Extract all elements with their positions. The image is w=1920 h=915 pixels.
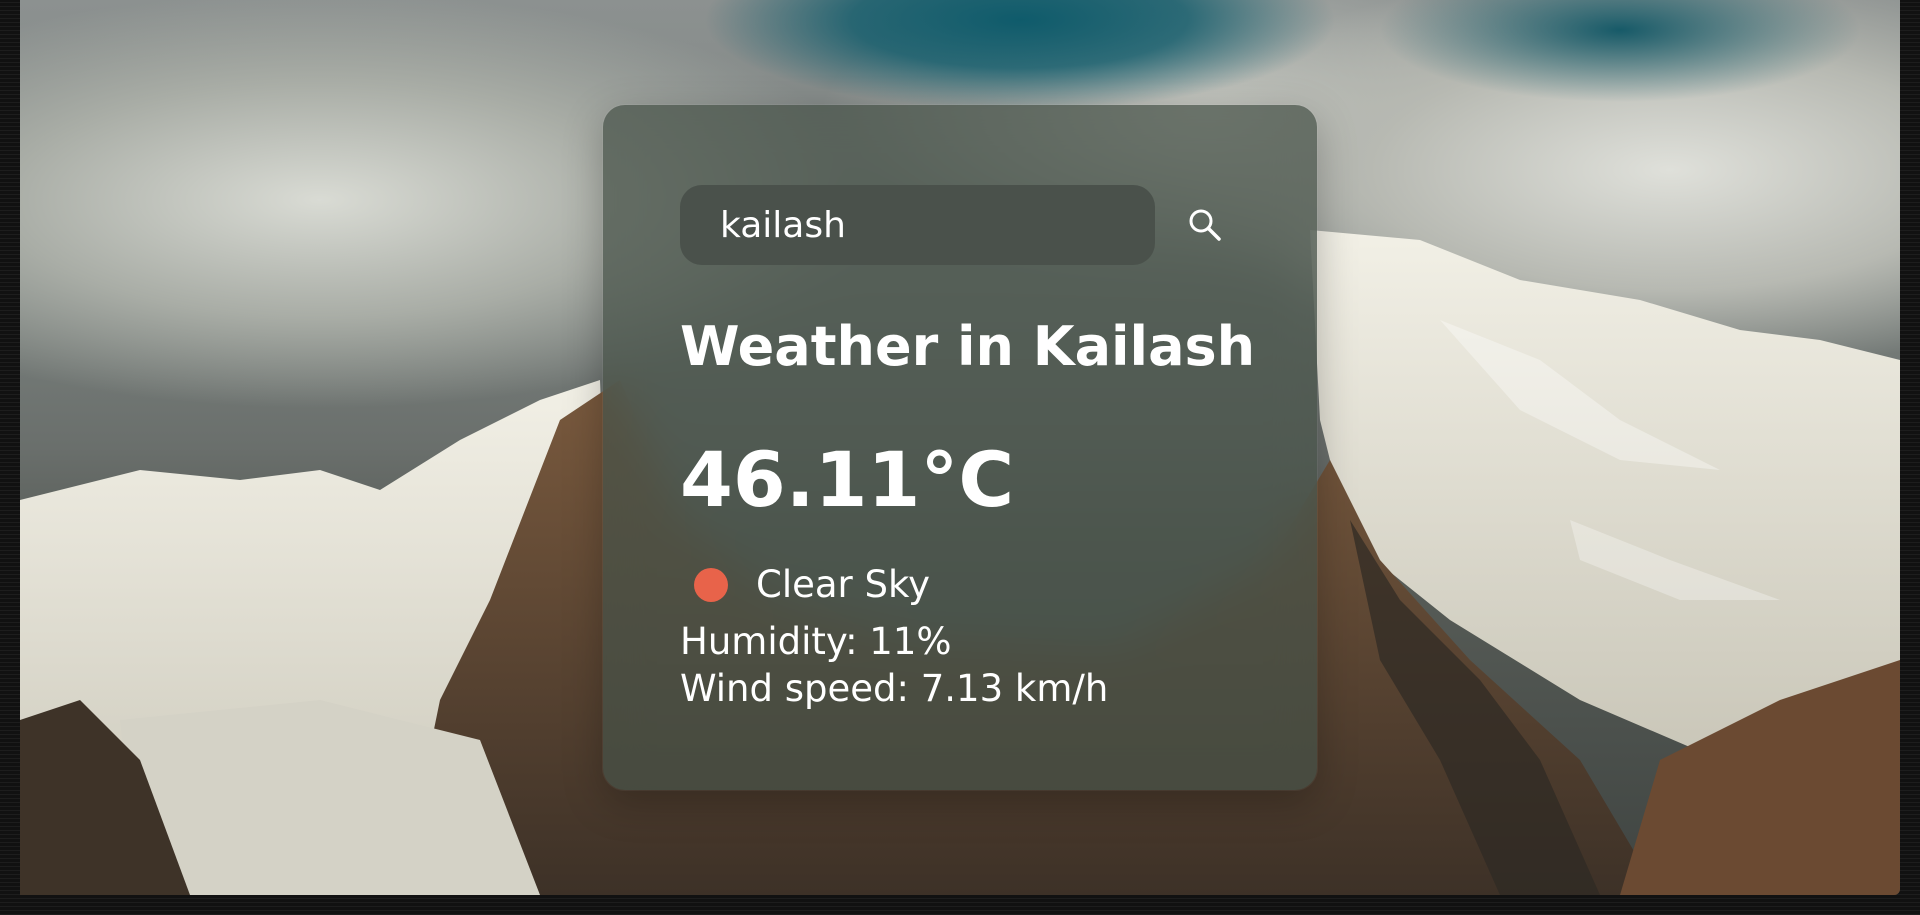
- search-icon: [1189, 209, 1221, 241]
- search-button[interactable]: [1175, 195, 1235, 255]
- weather-dot-icon: [694, 567, 728, 602]
- wind-speed-text: Wind speed: 7.13 km/h: [680, 667, 1109, 710]
- condition-text: Clear Sky: [756, 563, 931, 606]
- search-bar: [680, 185, 1235, 265]
- weather-card: Weather in Kailash 46.11°C Clear Sky Hum…: [603, 105, 1317, 790]
- browser-viewport: Weather in Kailash 46.11°C Clear Sky Hum…: [0, 0, 1920, 915]
- weather-title: Weather in Kailash: [680, 315, 1256, 378]
- condition-row: Clear Sky: [694, 563, 930, 606]
- search-input[interactable]: [680, 185, 1155, 265]
- humidity-text: Humidity: 11%: [680, 620, 952, 663]
- temperature: 46.11°C: [680, 435, 1015, 524]
